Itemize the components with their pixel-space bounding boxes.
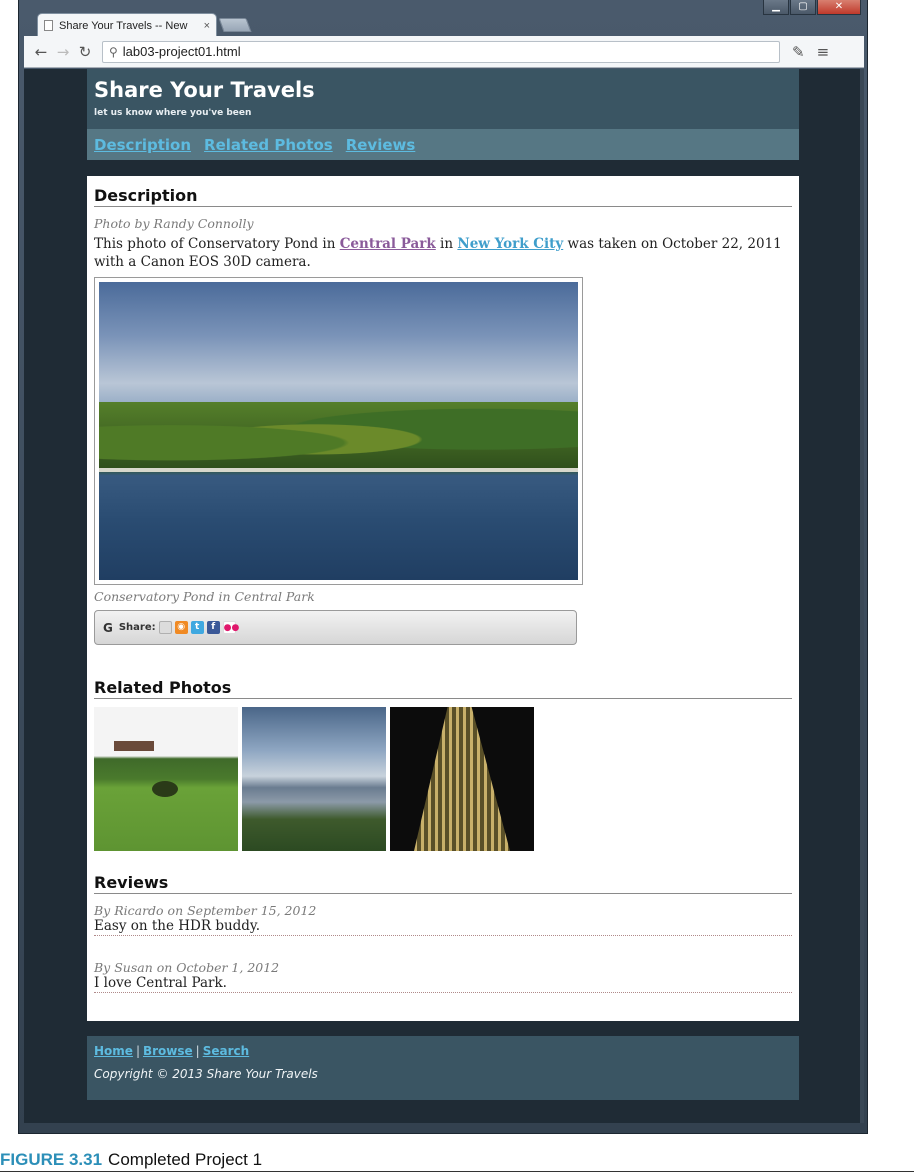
copyright-text: Copyright © 2013 Share Your Travels — [94, 1067, 318, 1081]
related-photo-thumbnail[interactable] — [94, 707, 238, 851]
email-icon[interactable] — [158, 621, 172, 634]
review-byline: By Ricardo on September 15, 2012 — [94, 903, 317, 918]
page-icon — [44, 20, 53, 31]
footer-link-home[interactable]: Home — [94, 1044, 133, 1058]
reviews-heading: Reviews — [94, 873, 792, 894]
facebook-icon[interactable]: f — [206, 621, 220, 634]
new-tab-button[interactable] — [218, 18, 252, 32]
description-heading: Description — [94, 186, 792, 207]
browser-toolbar: ← → ↻ ⚲ lab03-project01.html ✎ ≡ — [24, 36, 864, 68]
url-text: lab03-project01.html — [122, 44, 241, 59]
rss-icon[interactable]: ◉ — [174, 621, 188, 634]
minimize-button[interactable]: ▁ — [763, 0, 789, 15]
review-item: By Ricardo on September 15, 2012 Easy on… — [94, 903, 792, 936]
window-controls: ▁ ▢ ✕ — [763, 0, 861, 15]
photo-caption: Conservatory Pond in Central Park — [94, 589, 315, 604]
address-bar[interactable]: ⚲ lab03-project01.html — [102, 40, 780, 63]
review-text: Easy on the HDR buddy. — [94, 918, 261, 934]
maximize-button[interactable]: ▢ — [790, 0, 816, 15]
page-viewport: Share Your Travels let us know where you… — [24, 69, 864, 1123]
main-photo-frame — [94, 277, 583, 585]
new-york-city-link[interactable]: New York City — [457, 236, 563, 252]
forward-arrow-icon[interactable]: → — [52, 43, 74, 61]
related-photos — [94, 707, 792, 851]
share-g-icon: G — [103, 620, 113, 635]
footer-link-browse[interactable]: Browse — [143, 1044, 193, 1058]
site-tagline: let us know where you've been — [94, 108, 252, 118]
top-nav: Description Related Photos Reviews — [87, 129, 799, 160]
photo-description: This photo of Conservatory Pond in Centr… — [94, 236, 782, 270]
figure-number: FIGURE 3.31 — [0, 1150, 103, 1169]
site-footer: Home | Browse | Search Copyright © 2013 Shar… — [87, 1036, 799, 1100]
menu-icon[interactable]: ≡ — [817, 43, 830, 61]
site-header: Share Your Travels let us know where you… — [87, 69, 799, 160]
related-photos-heading: Related Photos — [94, 678, 792, 699]
main-photo — [99, 282, 578, 580]
nav-link-reviews[interactable]: Reviews — [346, 136, 416, 154]
flickr-icon[interactable]: ●● — [222, 621, 239, 634]
review-item: By Susan on October 1, 2012 I love Centr… — [94, 960, 792, 993]
footer-link-search[interactable]: Search — [203, 1044, 249, 1058]
search-icon: ⚲ — [109, 44, 118, 59]
share-bar: G Share: ◉ t f ●● — [94, 610, 577, 645]
nav-link-related-photos[interactable]: Related Photos — [204, 136, 333, 154]
central-park-link[interactable]: Central Park — [340, 236, 436, 252]
figure-rule — [0, 1171, 914, 1172]
review-text: I love Central Park. — [94, 975, 227, 991]
figure-title: Completed Project 1 — [108, 1150, 263, 1169]
browser-window: ▁ ▢ ✕ Share Your Travels -- New × ← → ↻ … — [18, 0, 868, 1134]
eyedropper-icon[interactable]: ✎ — [792, 43, 805, 61]
scrollbar[interactable] — [860, 69, 864, 1123]
twitter-icon[interactable]: t — [190, 621, 204, 634]
tab-title: Share Your Travels -- New — [59, 19, 188, 32]
main-content: Description Photo by Randy Connolly This… — [87, 176, 799, 1021]
site-title: Share Your Travels — [94, 78, 315, 102]
related-photo-thumbnail[interactable] — [390, 707, 534, 851]
tab-close-icon[interactable]: × — [204, 20, 210, 32]
photo-byline: Photo by Randy Connolly — [94, 216, 254, 231]
back-arrow-icon[interactable]: ← — [30, 43, 52, 61]
reload-icon[interactable]: ↻ — [74, 43, 96, 61]
footer-links: Home | Browse | Search — [94, 1044, 250, 1058]
figure-caption: FIGURE 3.31 Completed Project 1 — [0, 1150, 262, 1170]
close-window-button[interactable]: ✕ — [817, 0, 861, 15]
related-photo-thumbnail[interactable] — [242, 707, 386, 851]
review-byline: By Susan on October 1, 2012 — [94, 960, 280, 975]
share-label: Share: — [118, 622, 156, 633]
browser-tab[interactable]: Share Your Travels -- New × — [37, 13, 217, 37]
nav-link-description[interactable]: Description — [94, 136, 191, 154]
